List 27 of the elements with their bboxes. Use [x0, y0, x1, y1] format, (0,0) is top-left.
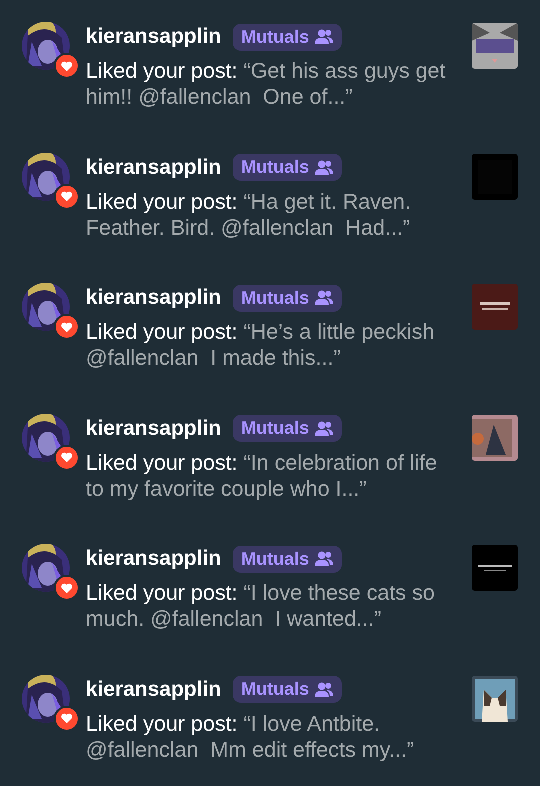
heart-badge-icon	[54, 444, 80, 470]
people-icon	[314, 682, 334, 698]
username[interactable]: kieransapplin	[86, 156, 222, 180]
notification-text: Liked your post: “I love these cats so much. @fallenclan I wanted...”	[86, 580, 436, 632]
username[interactable]: kieransapplin	[86, 25, 222, 49]
username[interactable]: kieransapplin	[86, 678, 222, 702]
heart-badge-icon	[54, 706, 80, 732]
mutuals-badge: Mutuals	[233, 546, 342, 572]
mutuals-badge: Mutuals	[233, 154, 342, 181]
people-icon	[314, 290, 334, 306]
notification-text: Liked your post: “Ha get it. Raven. Feather. Bird. @fallenclan Had...”	[86, 188, 412, 240]
username[interactable]: kieransapplin	[86, 547, 222, 571]
mutuals-badge: Mutuals	[233, 24, 342, 50]
notification-text: Liked your post: “I love Antbite. @fallenclan Mm edit effects my...”	[86, 710, 416, 762]
mutuals-badge: Mutuals	[233, 676, 342, 703]
mutuals-badge: Mutuals	[233, 284, 342, 312]
mutuals-badge: Mutuals	[233, 415, 342, 442]
people-icon	[314, 420, 334, 436]
people-icon	[314, 160, 334, 176]
notification-text: Liked your post: “Get his ass guys get him!! @fallenclan One of...”	[86, 58, 447, 110]
username[interactable]: kieransapplin	[86, 416, 222, 440]
people-icon	[314, 551, 334, 567]
notification-text: Liked your post: “In celebration of life to my favorite couple who I...”	[86, 450, 438, 502]
heart-badge-icon	[54, 184, 80, 210]
username[interactable]: kieransapplin	[86, 286, 222, 310]
people-icon	[314, 29, 334, 45]
notification-text: Liked your post: “He’s a little peckish @fallenclan I made this...”	[86, 319, 436, 371]
